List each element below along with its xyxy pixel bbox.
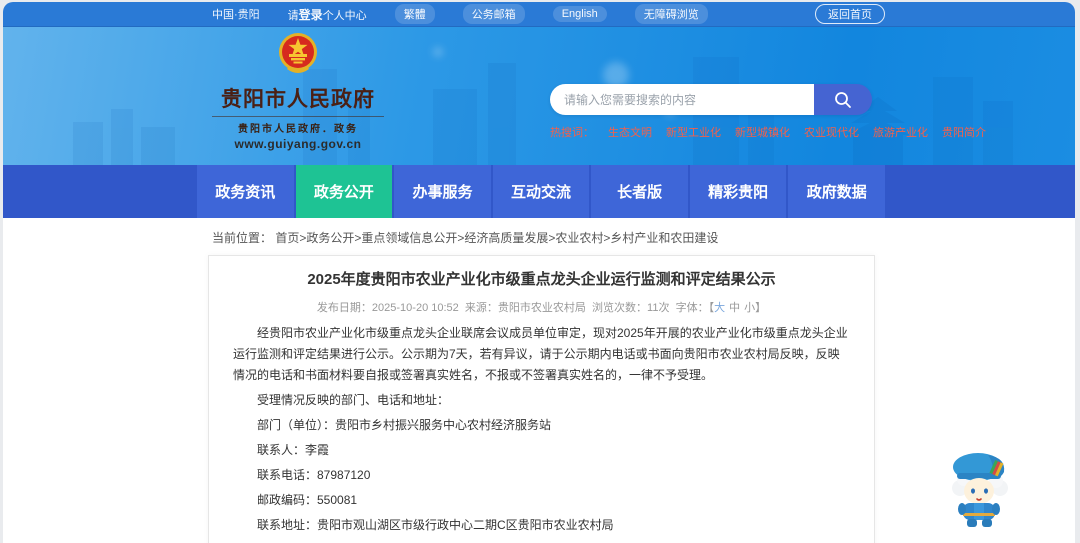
nav-item-hdjl[interactable]: 互动交流	[492, 165, 590, 218]
nav-item-bsfw[interactable]: 办事服务	[394, 165, 491, 218]
site-subtitle: 贵阳市人民政府．政务	[212, 116, 384, 135]
topbar-region-link[interactable]: 中国·贵阳	[212, 6, 260, 22]
font-size-label-end: 】	[755, 302, 767, 314]
return-home-button[interactable]: 返回首页	[815, 4, 885, 24]
login-suffix: 个人中心	[322, 9, 367, 22]
topbar-mail-link[interactable]: 公务邮箱	[462, 4, 525, 24]
bokeh-circle	[433, 47, 443, 57]
font-size-label: 字体：【	[675, 302, 715, 314]
topbar-accessibility-link[interactable]: 无障碍浏览	[634, 4, 708, 24]
font-size-medium-button[interactable]: 中	[729, 302, 740, 314]
site-banner: 贵阳市人民政府 贵阳市人民政府．政务 www.guiyang.gov.cn 热搜…	[3, 27, 1075, 165]
site-logo[interactable]: 贵阳市人民政府 贵阳市人民政府．政务 www.guiyang.gov.cn	[212, 31, 384, 151]
breadcrumb-path[interactable]: 首页>政务公开>重点领域信息公开>经济高质量发展>农业农村>乡村产业和农田建设	[275, 231, 718, 245]
search-area: 热搜词： 生态文明 新型工业化 新型城镇化 农业现代化 旅游产业化 贵阳简介	[550, 84, 986, 140]
site-window: 中国·贵阳 请登录个人中心 繁體 公务邮箱 English 无障碍浏览 返回首页	[3, 2, 1075, 543]
login-prefix: 请	[287, 9, 299, 22]
site-url: www.guiyang.gov.cn	[234, 137, 362, 151]
nav-item-lzb[interactable]: 长者版	[591, 165, 688, 218]
top-utility-bar: 中国·贵阳 请登录个人中心 繁體 公务邮箱 English 无障碍浏览 返回首页	[3, 2, 1075, 27]
article-meta: 发布日期：2025-10-20 10:52 来源：贵阳市农业农村局 浏览次数：1…	[233, 299, 850, 315]
search-bar	[550, 84, 872, 115]
article-paragraph: 部门（单位）：贵阳市乡村振兴服务中心农村经济服务站	[257, 418, 552, 432]
article-paragraph: 联系地址：贵阳市观山湖区市级行政中心二期C区贵阳市农业农村局	[257, 518, 614, 532]
main-nav: 政务资讯 政务公开 办事服务 互动交流 长者版 精彩贵阳 政府数据	[3, 165, 1075, 218]
mascot-icon	[952, 453, 1008, 527]
hot-word-link[interactable]: 生态文明	[608, 124, 652, 140]
search-input[interactable]	[550, 84, 814, 115]
mascot-widget[interactable]	[948, 448, 1012, 533]
article-paragraph: 受理情况反映的部门、电话和地址：	[257, 393, 450, 407]
article-title: 2025年度贵阳市农业产业化市级重点龙头企业运行监测和评定结果公示	[307, 271, 776, 288]
search-icon	[835, 91, 851, 108]
login-label: 登录	[298, 7, 323, 22]
hot-word-link[interactable]: 农业现代化	[804, 124, 859, 140]
nav-item-zwzx[interactable]: 政务资讯	[197, 165, 294, 218]
topbar-traditional-link[interactable]: 繁體	[394, 4, 435, 24]
article-paragraph: 经贵阳市农业产业化市级重点龙头企业联席会议成员单位审定，现对2025年开展的农业…	[233, 326, 848, 382]
font-size-small-button[interactable]: 小	[744, 302, 755, 314]
hot-word-link[interactable]: 贵阳简介	[942, 124, 986, 140]
hot-search-row: 热搜词： 生态文明 新型工业化 新型城镇化 农业现代化 旅游产业化 贵阳简介	[550, 124, 986, 140]
city-skyline-graphic	[73, 57, 1013, 165]
hot-word-link[interactable]: 旅游产业化	[873, 124, 928, 140]
site-title: 贵阳市人民政府	[221, 88, 375, 111]
publish-date: 发布日期：2025-10-20 10:52	[316, 302, 459, 314]
article-source: 来源：贵阳市农业农村局	[464, 302, 586, 314]
article-body: 经贵阳市农业产业化市级重点龙头企业联席会议成员单位审定，现对2025年开展的农业…	[233, 323, 850, 536]
hot-word-link[interactable]: 新型城镇化	[735, 124, 790, 140]
view-count: 浏览次数：11次	[592, 302, 670, 314]
article-paragraph: 联系电话：87987120	[257, 468, 371, 482]
topbar-english-link[interactable]: English	[552, 6, 607, 22]
national-emblem-icon	[279, 33, 317, 73]
font-size-large-button[interactable]: 大	[714, 302, 725, 314]
article-paragraph: 联系人：李霞	[257, 443, 330, 457]
nav-item-zfsj[interactable]: 政府数据	[788, 165, 886, 218]
nav-item-zwgk[interactable]: 政务公开	[295, 165, 393, 218]
breadcrumb-label: 当前位置：	[212, 231, 273, 245]
hot-search-label: 热搜词：	[550, 127, 594, 139]
hot-word-link[interactable]: 新型工业化	[666, 124, 721, 140]
search-button[interactable]	[814, 84, 872, 115]
nav-item-jcgy[interactable]: 精彩贵阳	[689, 165, 787, 218]
article-paragraph: 邮政编码：550081	[257, 493, 358, 507]
article-card: 2025年度贵阳市农业产业化市级重点龙头企业运行监测和评定结果公示 发布日期：2…	[208, 255, 875, 543]
breadcrumb: 当前位置： 首页>政务公开>重点领域信息公开>经济高质量发展>农业农村>乡村产业…	[3, 218, 1075, 255]
topbar-login-link[interactable]: 请登录个人中心	[288, 6, 367, 23]
